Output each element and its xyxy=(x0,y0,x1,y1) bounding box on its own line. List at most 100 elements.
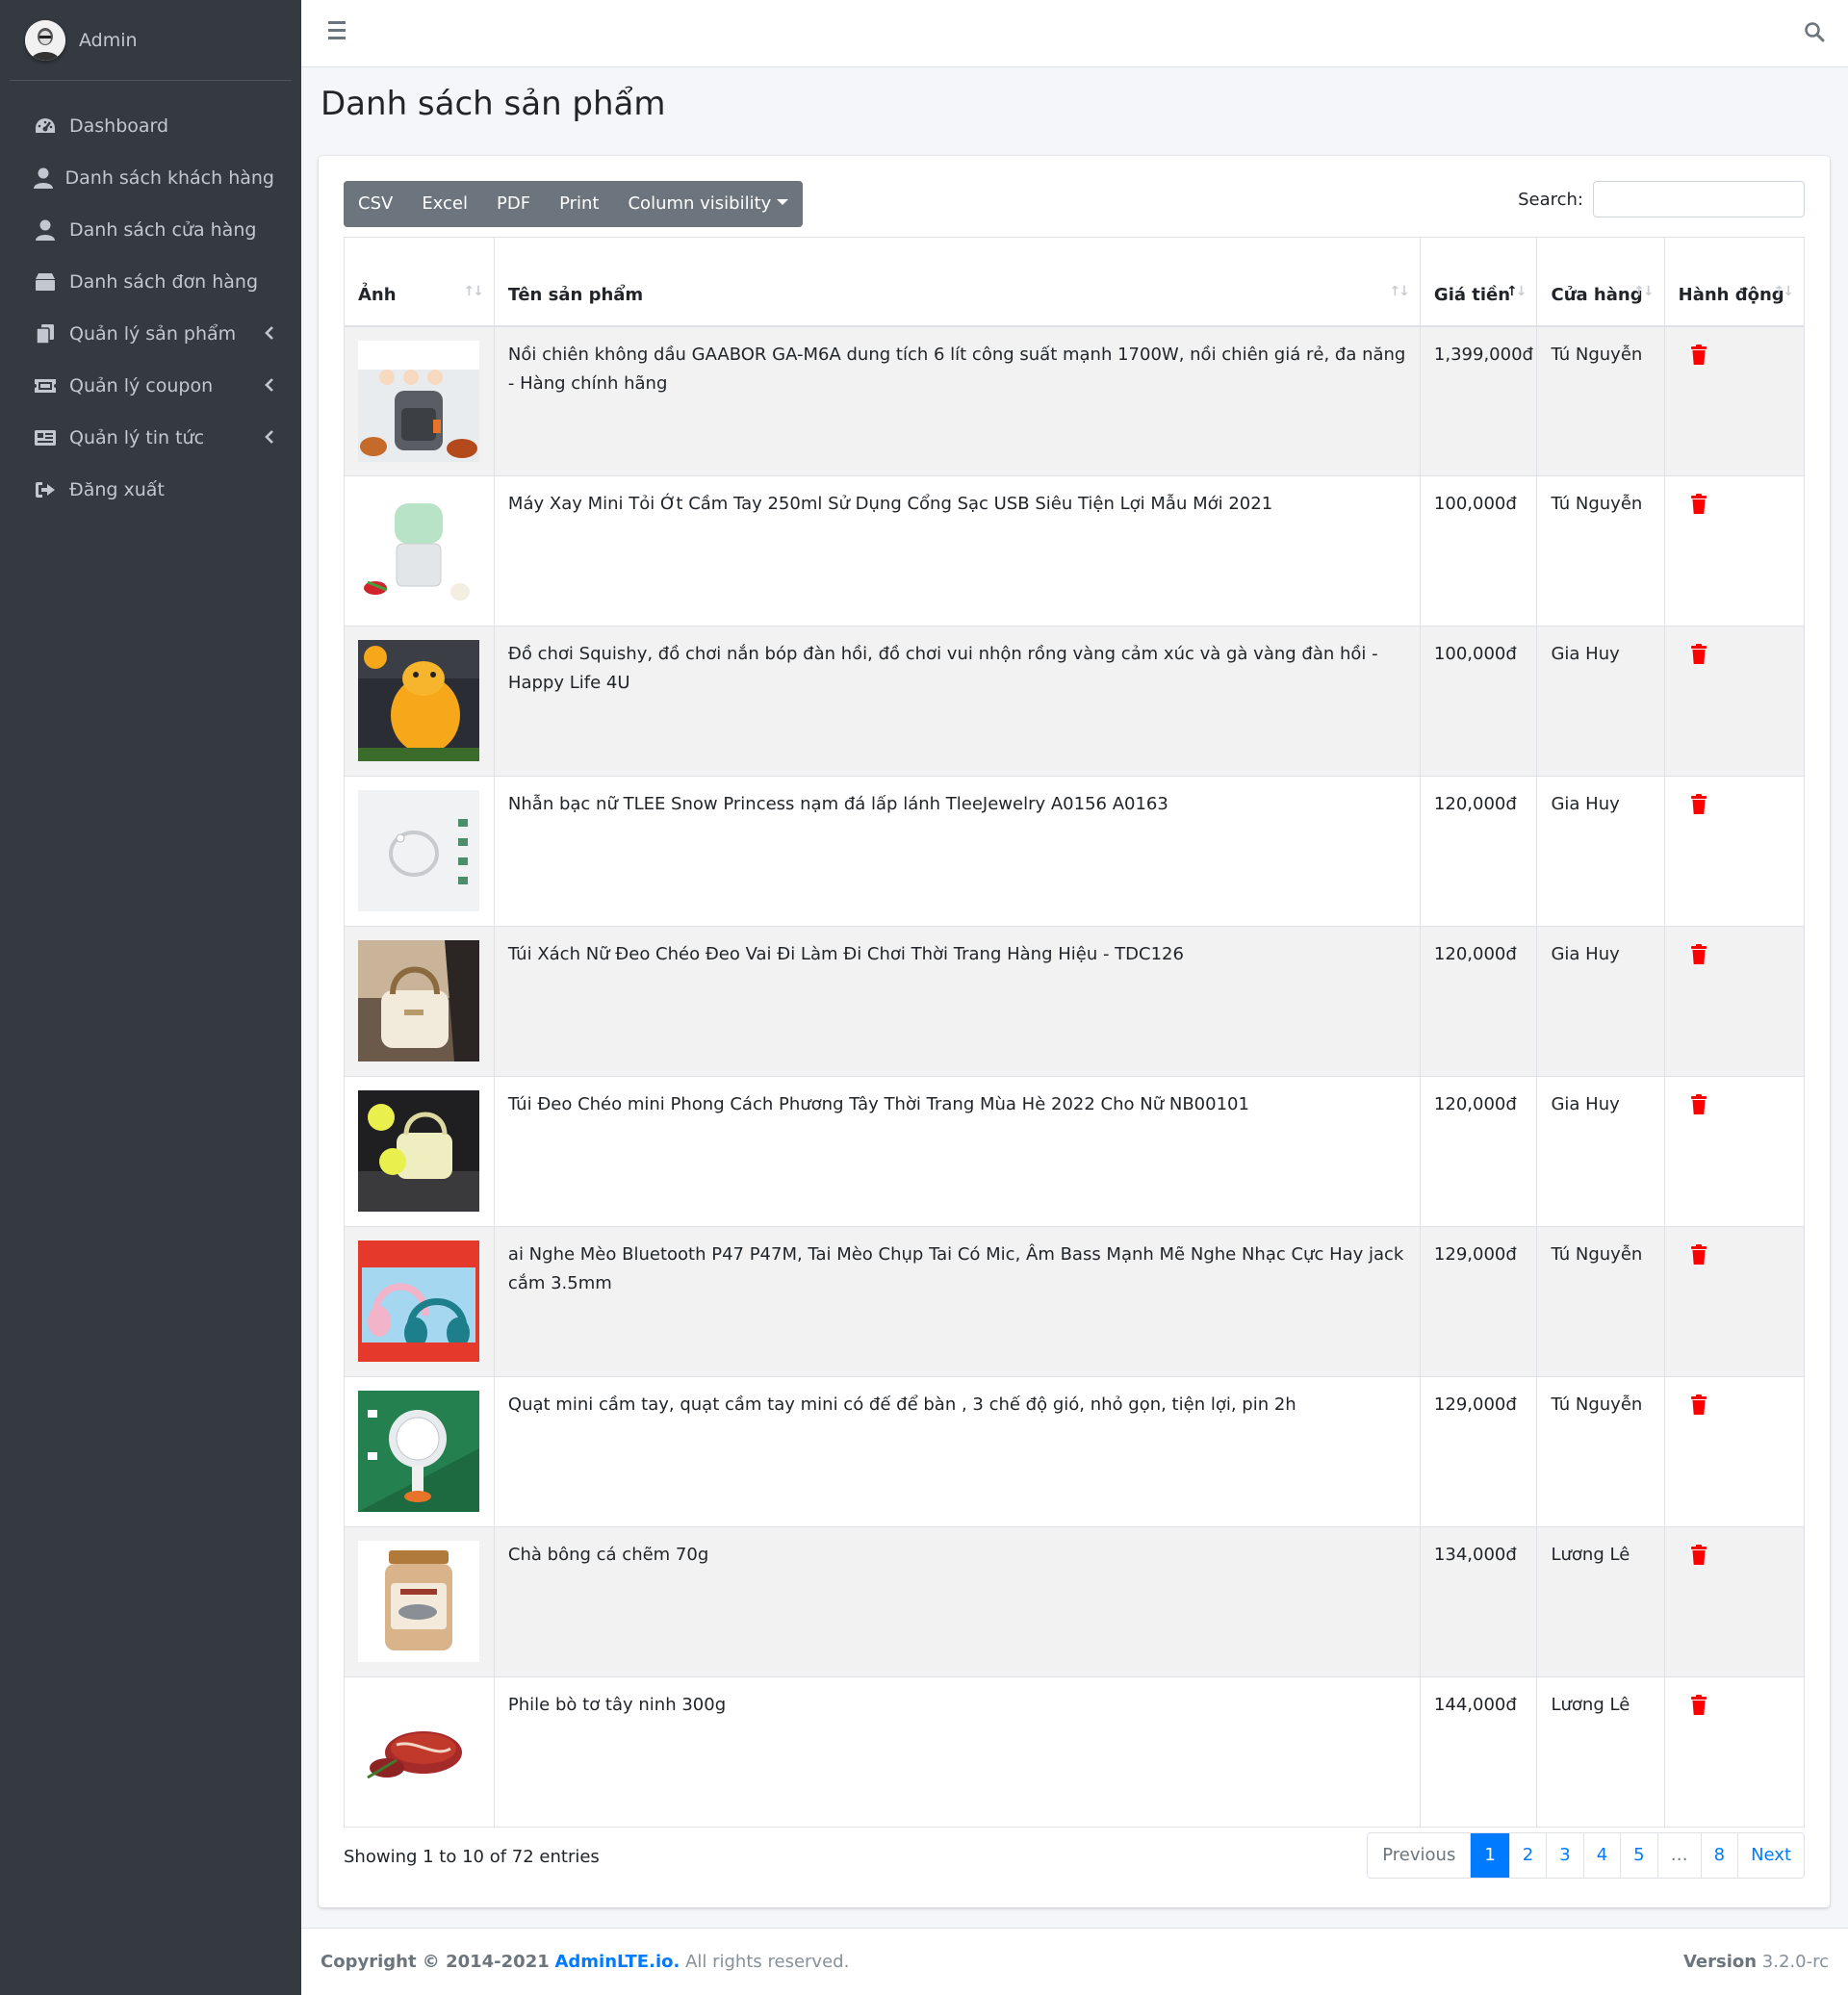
search-icon[interactable] xyxy=(1804,21,1827,44)
trash-icon[interactable] xyxy=(1690,794,1707,815)
trash-icon[interactable] xyxy=(1690,644,1707,665)
table-row: Quạt mini cầm tay, quạt cầm tay mini có … xyxy=(344,1376,1806,1527)
pagination: Previous 1 2 3 4 5… 8 Next xyxy=(1367,1832,1805,1879)
column-header-4[interactable]: Hành động ↑↓ xyxy=(1663,237,1806,327)
sidebar-item-5[interactable]: Quản lý coupon xyxy=(0,360,301,412)
chevron-left-icon xyxy=(265,428,274,448)
caret-down-icon xyxy=(777,199,789,205)
trash-icon[interactable] xyxy=(1690,1695,1707,1716)
products-table: Ảnh ↑↓ Tên sản phẩm ↑↓ Giá tiền ↑↓ Cửa hàng ↑↓ H… xyxy=(344,237,1806,1828)
sort-icon: ↑↓ xyxy=(1633,283,1655,299)
trash-icon[interactable] xyxy=(1690,944,1707,965)
table-row: ai Nghe Mèo Bluetooth P47 P47M, Tai Mèo … xyxy=(344,1226,1806,1377)
image-cell xyxy=(344,776,495,927)
export-button-1[interactable]: Excel xyxy=(407,181,482,227)
version-number: 3.2.0-rc xyxy=(1761,1952,1829,1972)
trash-icon[interactable] xyxy=(1690,494,1707,515)
image-cell xyxy=(344,1526,495,1677)
image-cell xyxy=(344,1076,495,1227)
user-name[interactable]: Admin xyxy=(79,30,138,51)
export-button-0[interactable]: CSV xyxy=(344,181,407,227)
adminlte-link[interactable]: AdminLTE.io. xyxy=(554,1952,680,1972)
table-row: Đồ chơi Squishy, đồ chơi nắn bóp đàn hồi… xyxy=(344,626,1806,777)
page-button-7[interactable]: 8 xyxy=(1700,1833,1738,1878)
product-name: Túi Đeo Chéo mini Phong Cách Phương Tây … xyxy=(493,1076,1421,1227)
column-header-2[interactable]: Giá tiền ↑↓ xyxy=(1419,237,1538,327)
silver-ring-thumbnail xyxy=(358,790,479,911)
copy-icon xyxy=(33,322,58,345)
export-button-label: PDF xyxy=(497,193,531,214)
fish-floss-jar-thumbnail xyxy=(358,1541,479,1662)
trash-icon[interactable] xyxy=(1690,344,1707,366)
product-price: 100,000đ xyxy=(1419,626,1538,777)
page-title: Danh sách sản phẩm xyxy=(321,85,666,123)
crossbody-bag-thumbnail xyxy=(358,1090,479,1212)
sidebar-item-1[interactable]: Danh sách khách hàng xyxy=(0,152,301,204)
chevron-left-icon xyxy=(265,376,274,396)
image-cell xyxy=(344,1226,495,1377)
action-cell xyxy=(1663,1076,1806,1227)
sidebar-item-3[interactable]: Danh sách đơn hàng xyxy=(0,256,301,308)
sidebar-item-label: Dashboard xyxy=(69,115,169,137)
box-icon xyxy=(33,270,58,294)
user-avatar xyxy=(25,19,65,61)
sidebar-item-0[interactable]: Dashboard xyxy=(0,100,301,152)
product-price: 129,000đ xyxy=(1419,1226,1538,1377)
page-button-3[interactable]: 3 xyxy=(1546,1833,1583,1878)
page-button-2[interactable]: 2 xyxy=(1508,1833,1547,1878)
column-header-0[interactable]: Ảnh ↑↓ xyxy=(344,237,495,327)
table-row: Nhẫn bạc nữ TLEE Snow Princess nạm đá lấ… xyxy=(344,776,1806,927)
page-button-8[interactable]: Next xyxy=(1737,1833,1804,1878)
export-button-3[interactable]: Print xyxy=(545,181,613,227)
export-button-label: Column visibility xyxy=(628,193,772,214)
tachometer-icon xyxy=(33,115,58,138)
hamburger-icon[interactable] xyxy=(328,21,351,44)
sidebar-item-4[interactable]: Quản lý sản phẩm xyxy=(0,308,301,360)
product-store: Gia Huy xyxy=(1536,926,1665,1077)
sidebar-item-7[interactable]: Đăng xuất xyxy=(0,464,301,516)
version-info: Version 3.2.0-rc xyxy=(1683,1952,1829,1972)
product-store: Gia Huy xyxy=(1536,626,1665,777)
action-cell xyxy=(1663,1376,1806,1527)
table-row: Túi Xách Nữ Đeo Chéo Đeo Vai Đi Làm Đi C… xyxy=(344,926,1806,1077)
image-cell xyxy=(344,1376,495,1527)
page-button-0[interactable]: Previous xyxy=(1368,1833,1471,1878)
rights-text: All rights reserved. xyxy=(685,1952,850,1972)
trash-icon[interactable] xyxy=(1690,1545,1707,1566)
trash-icon[interactable] xyxy=(1690,1094,1707,1115)
product-store: Tú Nguyễn xyxy=(1536,475,1665,627)
sidebar-item-6[interactable]: Quản lý tin tức xyxy=(0,412,301,464)
product-name: Quạt mini cầm tay, quạt cầm tay mini có … xyxy=(493,1376,1421,1527)
action-cell xyxy=(1663,1526,1806,1677)
sidebar-item-label: Danh sách khách hàng xyxy=(64,167,274,189)
products-card: CSV Excel PDF Print Column visibility Search… xyxy=(319,156,1830,1907)
page-button-5[interactable]: 5 xyxy=(1620,1833,1657,1878)
sidebar-item-label: Danh sách đơn hàng xyxy=(69,271,259,293)
page-button-1[interactable]: 1 xyxy=(1470,1833,1509,1878)
trash-icon[interactable] xyxy=(1690,1244,1707,1266)
product-store: Lương Lê xyxy=(1536,1526,1665,1677)
export-button-label: Print xyxy=(559,193,600,214)
trash-icon[interactable] xyxy=(1690,1394,1707,1416)
column-header-1[interactable]: Tên sản phẩm ↑↓ xyxy=(493,237,1421,327)
search-input[interactable] xyxy=(1593,181,1805,217)
export-button-4[interactable]: Column visibility xyxy=(613,181,803,227)
entries-info: Showing 1 to 10 of 72 entries xyxy=(344,1847,600,1867)
sidebar-item-2[interactable]: Danh sách cửa hàng xyxy=(0,204,301,256)
table-row: Máy Xay Mini Tỏi Ớt Cầm Tay 250ml Sử Dụn… xyxy=(344,475,1806,627)
top-navbar xyxy=(301,0,1848,67)
column-header-label: Cửa hàng xyxy=(1551,284,1643,305)
action-cell xyxy=(1663,626,1806,777)
page-button-4[interactable]: 4 xyxy=(1582,1833,1621,1878)
product-price: 120,000đ xyxy=(1419,776,1538,927)
sort-icon: ↑↓ xyxy=(1506,283,1527,299)
sign-out-icon xyxy=(33,478,58,501)
product-price: 144,000đ xyxy=(1419,1676,1538,1828)
user-panel[interactable]: Admin xyxy=(10,0,292,81)
column-header-3[interactable]: Cửa hàng ↑↓ xyxy=(1536,237,1665,327)
product-store: Tú Nguyễn xyxy=(1536,1226,1665,1377)
copyright: Copyright © 2014-2021 AdminLTE.io. All r… xyxy=(321,1952,849,1972)
export-button-2[interactable]: PDF xyxy=(482,181,545,227)
column-header-label: Tên sản phẩm xyxy=(507,284,644,305)
beef-fillet-thumbnail xyxy=(358,1691,479,1812)
